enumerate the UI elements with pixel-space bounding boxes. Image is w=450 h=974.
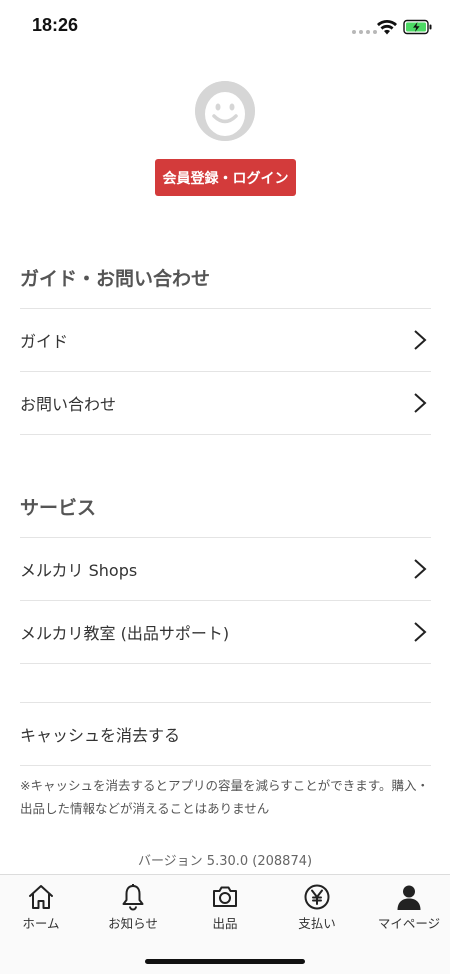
menu-item-label: ガイド [20,332,69,351]
version-text: バージョン 5.30.0 (208874) [137,854,313,869]
tab-label: マイページ [377,916,441,931]
chevron-right-icon [414,330,427,350]
person-icon [397,885,421,910]
status-time: 18:26 [32,15,79,35]
avatar[interactable] [195,81,255,141]
home-indicator [145,959,305,964]
menu-item-label: メルカリ Shops [20,561,138,580]
menu-item-guide[interactable]: ガイド [20,309,431,371]
chevron-right-icon [414,622,427,642]
signal-dots-icon [352,30,377,34]
camera-icon [213,886,237,907]
menu-item-label: メルカリ教室 (出品サポート) [20,624,230,643]
tab-label: ホーム [22,916,60,931]
tab-mypage[interactable]: マイページ [364,875,450,935]
bell-icon [122,884,144,911]
home-icon [29,885,53,909]
divider [20,434,431,435]
status-bar: 18:26 [0,0,450,56]
section-header-guide: ガイド・お問い合わせ [20,268,211,290]
menu-item-label: お問い合わせ [20,395,117,414]
tab-home[interactable]: ホーム [0,875,86,935]
tab-label: 出品 [212,916,238,931]
clear-cache-label: キャッシュを消去する [20,726,181,745]
section-header-services: サービス [20,497,97,519]
cache-note: ※キャッシュを消去するとアプリの容量を減らすことができます。購入・出品した情報な… [20,778,429,816]
clear-cache-button[interactable]: キャッシュを消去する [20,703,431,765]
chevron-right-icon [414,559,427,579]
chevron-right-icon [414,393,427,413]
tab-notifications[interactable]: お知らせ [88,875,178,935]
tab-payment[interactable]: 支払い [272,875,362,935]
menu-item-mercari-shops[interactable]: メルカリ Shops [20,538,431,600]
menu-item-contact[interactable]: お問い合わせ [20,372,431,434]
divider [20,663,431,664]
tab-sell[interactable]: 出品 [180,875,270,935]
divider [20,765,431,766]
yen-icon [304,884,330,910]
tab-label: 支払い [298,916,336,931]
avatar-face-icon [195,81,255,141]
tab-label: お知らせ [108,916,158,931]
battery-icon [403,19,432,35]
login-button[interactable]: 会員登録・ログイン [155,159,296,196]
wifi-icon [377,20,397,35]
menu-item-mercari-school[interactable]: メルカリ教室 (出品サポート) [20,601,431,663]
